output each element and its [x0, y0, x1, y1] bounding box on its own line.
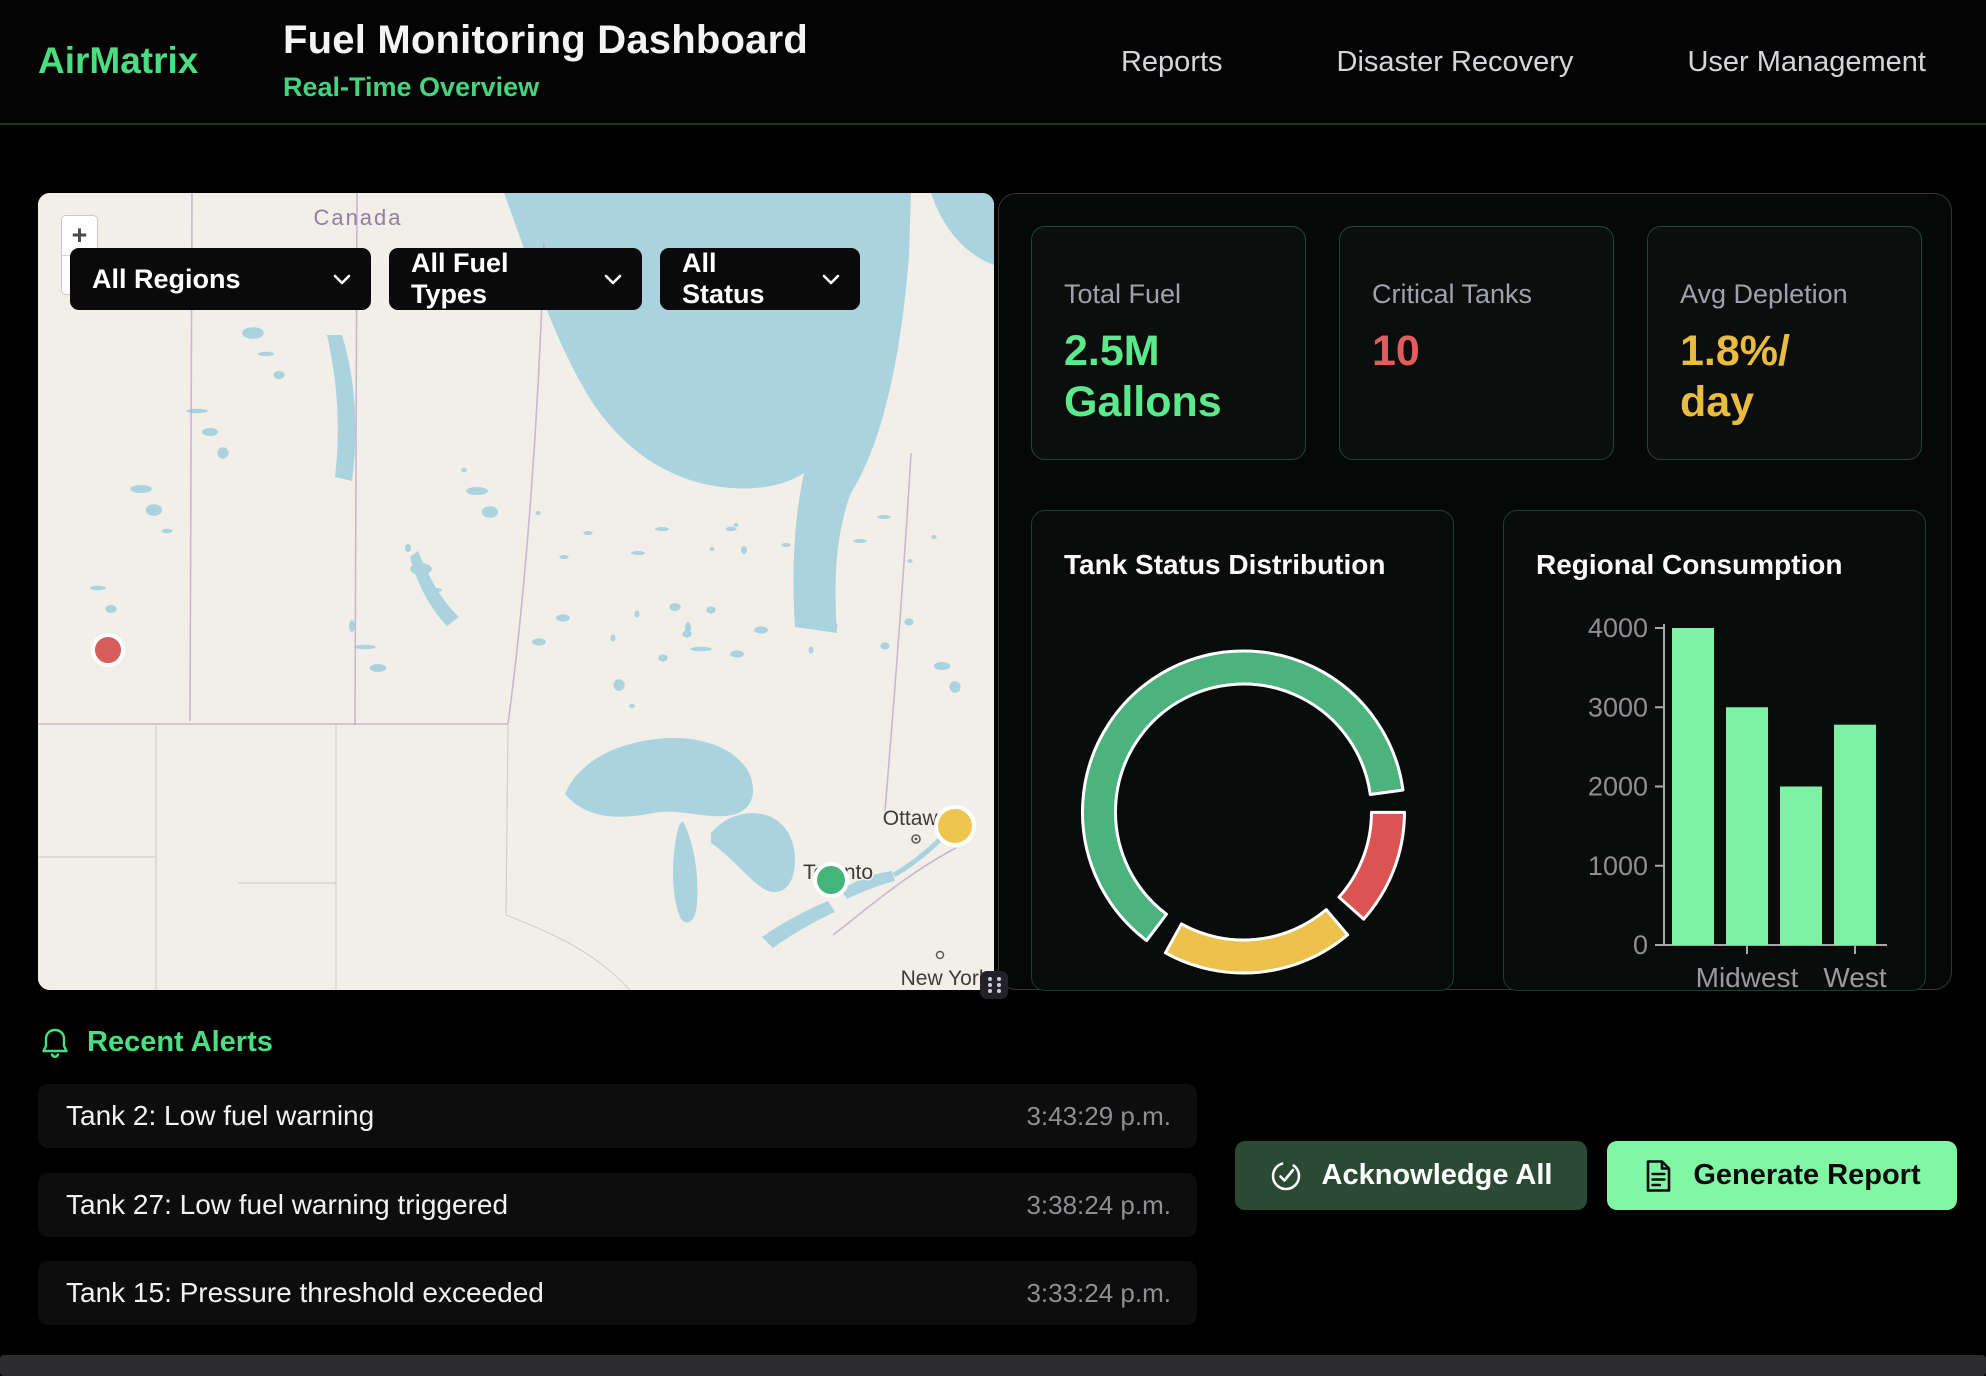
bar-2[interactable] — [1726, 707, 1768, 945]
alert-list-item[interactable]: Tank 2: Low fuel warning 3:43:29 p.m. — [38, 1084, 1197, 1148]
alert-timestamp: 3:33:24 p.m. — [1026, 1278, 1171, 1309]
bar-chart: 0 1000 2000 3000 4000 Midwest West — [1504, 511, 1927, 992]
regional-consumption-chart-card: Regional Consumption 01000200030004000Mi… — [1503, 510, 1926, 991]
y-tick-label: 3000 — [1588, 692, 1648, 722]
alert-message: Tank 27: Low fuel warning triggered — [66, 1189, 508, 1221]
map-label-country: Canada — [313, 205, 402, 230]
status-filter-dropdown[interactable]: All Status — [660, 248, 860, 310]
region-filter-value: All Regions — [92, 264, 241, 295]
map-marker-normal[interactable] — [815, 864, 847, 896]
kpi-label: Total Fuel — [1064, 279, 1273, 310]
document-icon — [1643, 1159, 1673, 1193]
nav-menu: Reports Disaster Recovery User Managemen… — [1121, 0, 1926, 125]
donut-segment-warning[interactable] — [1165, 910, 1347, 973]
page-title: Fuel Monitoring Dashboard — [283, 18, 808, 63]
page-subtitle: Real-Time Overview — [283, 72, 808, 103]
nav-item-reports[interactable]: Reports — [1121, 46, 1223, 79]
map-canvas[interactable]: Canada Ottawa Toronto New York — [38, 193, 994, 990]
status-filter-value: All Status — [682, 248, 806, 310]
kpi-value: 2.5M Gallons — [1064, 326, 1269, 427]
map-panel[interactable]: Canada Ottawa Toronto New York + − All R… — [38, 193, 994, 990]
alert-list-item[interactable]: Tank 27: Low fuel warning triggered 3:38… — [38, 1173, 1197, 1237]
chevron-down-icon — [604, 274, 622, 285]
map-city-dot-ottawa-inner — [915, 838, 918, 841]
bar-1[interactable] — [1672, 628, 1714, 945]
check-circle-icon — [1270, 1160, 1302, 1192]
map-marker-warning[interactable] — [936, 807, 974, 845]
kpi-value: 10 — [1372, 326, 1577, 377]
kpi-label: Critical Tanks — [1372, 279, 1581, 310]
kpi-label: Avg Depletion — [1680, 279, 1889, 310]
title-block: Fuel Monitoring Dashboard Real-Time Over… — [283, 18, 808, 103]
generate-report-button[interactable]: Generate Report — [1607, 1141, 1957, 1210]
y-tick-label: 2000 — [1588, 772, 1648, 802]
chevron-down-icon — [333, 274, 351, 285]
kpi-card-critical-tanks: Critical Tanks 10 — [1339, 226, 1614, 460]
alerts-title: Recent Alerts — [87, 1026, 273, 1059]
generate-report-label: Generate Report — [1693, 1159, 1920, 1192]
region-filter-dropdown[interactable]: All Regions — [70, 248, 371, 310]
map-marker-critical[interactable] — [93, 635, 123, 665]
map-label-new-york: New York — [901, 967, 990, 990]
alert-timestamp: 3:38:24 p.m. — [1026, 1190, 1171, 1221]
donut-segment-critical[interactable] — [1339, 812, 1404, 919]
alert-timestamp: 3:43:29 p.m. — [1026, 1101, 1171, 1132]
kpi-card-total-fuel: Total Fuel 2.5M Gallons — [1031, 226, 1306, 460]
y-tick-label: 0 — [1633, 930, 1648, 960]
map-filter-bar: All Regions All Fuel Types All Status — [70, 248, 860, 310]
bar-3[interactable] — [1780, 787, 1822, 946]
alerts-header: Recent Alerts — [41, 1026, 273, 1059]
x-tick-label: West — [1823, 962, 1886, 992]
map-svg: Canada Ottawa Toronto New York — [38, 193, 994, 990]
tank-status-chart-card: Tank Status Distribution — [1031, 510, 1454, 991]
acknowledge-all-button[interactable]: Acknowledge All — [1235, 1141, 1587, 1210]
acknowledge-all-label: Acknowledge All — [1322, 1159, 1553, 1192]
fuel-type-filter-dropdown[interactable]: All Fuel Types — [389, 248, 642, 310]
y-tick-label: 1000 — [1588, 851, 1648, 881]
stats-panel: Total Fuel 2.5M Gallons Critical Tanks 1… — [998, 193, 1952, 990]
horizontal-scrollbar[interactable] — [0, 1355, 1986, 1376]
top-nav-bar: AirMatrix Fuel Monitoring Dashboard Real… — [0, 0, 1986, 125]
y-tick-label: 4000 — [1588, 613, 1648, 643]
donut-chart — [1032, 511, 1455, 992]
fuel-type-filter-value: All Fuel Types — [411, 248, 588, 310]
alert-message: Tank 2: Low fuel warning — [66, 1100, 374, 1132]
brand-logo[interactable]: AirMatrix — [38, 40, 198, 82]
kpi-value: 1.8%/day — [1680, 326, 1815, 427]
chevron-down-icon — [822, 274, 840, 285]
alert-message: Tank 15: Pressure threshold exceeded — [66, 1277, 544, 1309]
x-tick-label: Midwest — [1696, 962, 1799, 992]
bell-icon — [41, 1027, 69, 1059]
kpi-card-avg-depletion: Avg Depletion 1.8%/day — [1647, 226, 1922, 460]
nav-item-disaster-recovery[interactable]: Disaster Recovery — [1337, 46, 1574, 79]
alert-list-item[interactable]: Tank 15: Pressure threshold exceeded 3:3… — [38, 1261, 1197, 1325]
bar-4[interactable] — [1834, 725, 1876, 945]
map-resize-grip[interactable] — [980, 971, 1008, 999]
nav-item-user-management[interactable]: User Management — [1687, 46, 1926, 79]
